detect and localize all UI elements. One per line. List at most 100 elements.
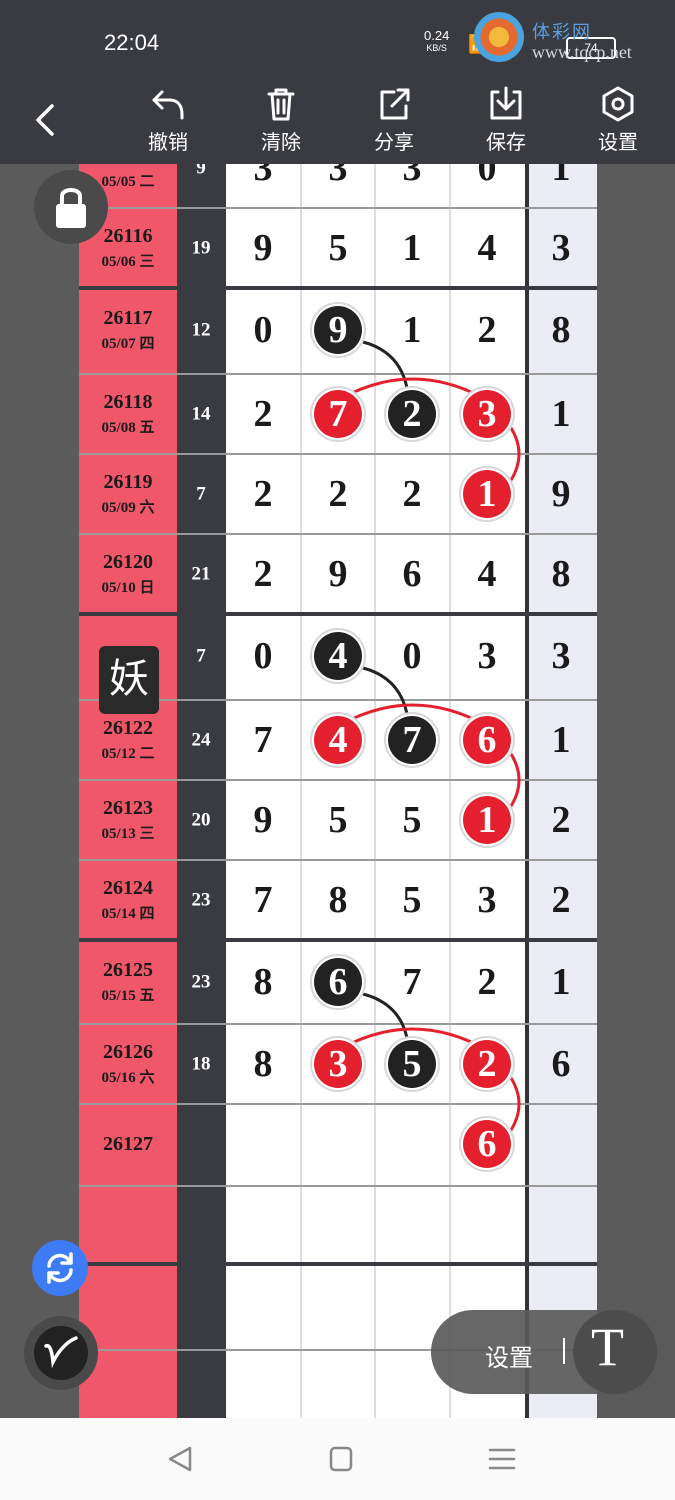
nav-back-icon[interactable] [160,1442,200,1476]
digit-cell: 7 [254,879,273,921]
digit-cell: 2 [478,961,497,1003]
settings-button[interactable]: 设置 [573,80,663,164]
chevron-left-icon [36,104,54,136]
lock-button[interactable] [34,170,108,244]
last-digit: 9 [552,473,571,515]
watermark-logo [474,12,524,62]
text-tool-icon: T [591,1317,624,1377]
digit-cell: 8 [254,1043,273,1085]
clear-button[interactable]: 清除 [236,80,326,164]
digit-cell: 4 [478,227,497,269]
lock-icon [56,188,86,228]
share-button[interactable]: 分享 [349,80,439,164]
download-icon [490,86,522,120]
digit-cell: 1 [403,227,422,269]
mark-value: 1 [478,473,497,515]
issue-number: 26124 [103,877,153,899]
grid-hline [79,373,597,375]
last-digit: 1 [552,164,571,189]
issue-date: 05/13 三 [102,826,155,842]
mark-value: 4 [329,719,348,761]
settings-pill[interactable]: 设置 T [431,1310,675,1394]
mark-value: 6 [478,719,497,761]
issue-number: 26116 [104,225,153,247]
issue-number: 26119 [104,471,153,493]
pen-button-inner [34,1326,88,1380]
digit-cell: 1 [403,309,422,351]
digit-cell: 0 [403,635,422,677]
digit-cell: 5 [403,799,422,841]
mark-value: 3 [329,1043,348,1085]
digit-cell: 2 [329,473,348,515]
grid-hline [79,612,597,616]
trash-icon [267,88,295,121]
sync-button[interactable] [32,1240,88,1296]
digit-cell: 2 [403,473,422,515]
digit-cell: 2 [254,393,273,435]
save-button[interactable]: 保存 [461,80,551,164]
net-speed: 0.24 KB/S [424,28,450,54]
watermark-site: www.tqcp.net [532,42,632,62]
share-label: 分享 [374,132,414,154]
share-icon [380,88,410,120]
digit-cell: 8 [254,961,273,1003]
issue-date: 05/07 四 [102,336,155,352]
settings-pill-label[interactable]: 设置 [485,1338,533,1373]
digit-cell: 8 [329,879,348,921]
mark-value: 2 [403,393,422,435]
mark-value: 4 [329,635,348,677]
sum-value: 12 [192,320,211,341]
grid-hline [79,286,597,290]
status-time: 22:04 [104,30,160,55]
sum-value: 23 [192,972,211,993]
settings-label: 设置 [598,132,638,154]
issue-number: 26123 [103,797,153,819]
mark-value: 5 [403,1043,422,1085]
digit-cell: 2 [254,553,273,595]
last-digit: 8 [552,309,571,351]
grid-hline [79,859,597,861]
digit-cell: 2 [254,473,273,515]
mark-value: 1 [478,799,497,841]
digit-cell: 0 [254,635,273,677]
digit-cell: 3 [254,164,273,189]
issue-number: 26126 [103,1041,153,1063]
undo-button[interactable]: 撤销 [123,80,213,164]
issue-number: 26118 [104,391,153,413]
digit-cell: 9 [254,227,273,269]
yao-badge[interactable]: 妖 [99,646,159,714]
net-speed-value: 0.24 [424,28,450,43]
digit-cell: 0 [478,164,497,189]
last-digit: 3 [552,227,571,269]
mark-value: 6 [478,1123,497,1165]
top-toolbar: 撤销 清除 分享 保存 设置 [0,80,675,164]
watermark: 体彩网 www.tqcp.net [474,8,674,68]
digit-cell: 3 [403,164,422,189]
digit-cell: 7 [254,719,273,761]
digit-cell: 9 [254,799,273,841]
digit-cell: 3 [329,164,348,189]
issue-date: 05/16 六 [102,1068,155,1086]
hexagon-gear-icon [602,86,634,122]
trend-chart: 05/05 二 9 3 3 3 0 1 26116 05/06 三 19 9 5 1 4 3 26117 05/… [0,164,675,1418]
issue-number: 26122 [103,717,153,739]
grid-hline [79,1262,597,1266]
trend-grid[interactable]: 05/05 二9 3 3 3 0 12611605/06 三19 9 5 1 4 32611705/… [0,164,675,1418]
sum-value: 9 [196,164,206,179]
text-tool-button[interactable]: T [573,1310,657,1394]
issue-date: 05/15 五 [102,988,155,1004]
issue-column [79,164,177,1418]
mark-value: 7 [329,393,348,435]
column-divider [525,164,529,1418]
back-button[interactable] [26,100,66,140]
grid-hline [79,1023,597,1025]
sum-value: 18 [192,1054,211,1075]
clear-label: 清除 [261,132,301,154]
pen-button[interactable] [24,1316,98,1390]
last-digit: 1 [552,719,571,761]
grid-hline [79,207,597,209]
nav-menu-icon[interactable] [482,1442,522,1476]
sum-column [177,164,226,1418]
undo-icon [152,90,184,120]
nav-home-icon[interactable] [321,1442,361,1476]
